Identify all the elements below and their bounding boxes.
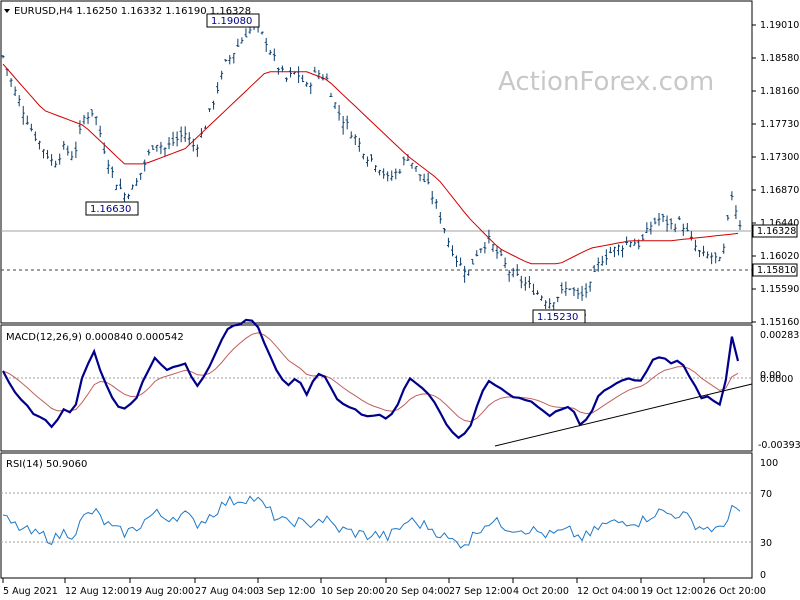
svg-text:1.16630: 1.16630 [90,204,131,215]
svg-text:1.19080: 1.19080 [211,16,252,27]
svg-text:19 Aug 20:00: 19 Aug 20:00 [130,586,194,597]
rsi-tick: 100 [760,458,778,469]
svg-text:1.17730: 1.17730 [760,119,799,130]
svg-text:1.18160: 1.18160 [760,86,799,97]
macd-tick: -0.003939 [758,440,800,451]
price-tick: 1.17730 [752,119,799,130]
price-tick: 1.18160 [752,86,799,97]
svg-text:1.15810: 1.15810 [757,265,796,276]
svg-text:1.16870: 1.16870 [760,185,799,196]
price-tick: 1.16870 [752,185,799,196]
svg-text:27 Sep 12:00: 27 Sep 12:00 [449,586,512,597]
price-tick: 1.15160 [752,317,799,328]
swing-low-annotation-aug: 1.16630 [85,201,139,216]
macd-tick: 0.0000 [760,374,793,385]
svg-text:27 Aug 04:00: 27 Aug 04:00 [195,586,259,597]
price-tick: 1.18580 [752,53,799,64]
price-tick: 1.19010 [752,20,799,31]
svg-text:1.15590: 1.15590 [760,284,799,295]
swing-low-annotation-oct: 1.15230 [532,309,587,324]
svg-text:12 Aug 12:00: 12 Aug 12:00 [65,586,129,597]
price-tick: 1.17300 [752,152,799,163]
svg-text:1.16020: 1.16020 [760,251,799,262]
svg-text:19 Oct 12:00: 19 Oct 12:00 [641,586,703,597]
macd-tick: 0.00283 [760,330,799,341]
rsi-tick: 30 [760,538,772,549]
svg-text:1.18580: 1.18580 [760,53,799,64]
rsi-tick: 0 [760,570,766,581]
svg-text:1.19010: 1.19010 [760,20,799,31]
svg-text:20 Sep 04:00: 20 Sep 04:00 [386,586,449,597]
support-level-label: 1.15810 [752,263,798,277]
svg-text:1.15160: 1.15160 [760,317,799,328]
svg-text:1.17300: 1.17300 [760,152,799,163]
current-price-label: 1.16328 [752,224,798,238]
price-tick: 1.15590 [752,284,799,295]
swing-high-annotation: 1.19080 [206,13,260,28]
svg-text:12 Oct 04:00: 12 Oct 04:00 [577,586,639,597]
svg-text:1.16328: 1.16328 [757,226,796,237]
svg-text:5 Aug 2021: 5 Aug 2021 [3,586,58,597]
svg-text:26 Oct 20:00: 26 Oct 20:00 [704,586,766,597]
svg-text:4 Oct 20:00: 4 Oct 20:00 [513,586,569,597]
chart-canvas: ActionForex.com EURUSD,H4 1.16250 1.1633… [0,0,800,600]
svg-text:3 Sep 12:00: 3 Sep 12:00 [258,586,315,597]
svg-text:10 Sep 20:00: 10 Sep 20:00 [321,586,384,597]
watermark: ActionForex.com [498,67,714,97]
macd-header: MACD(12,26,9) 0.000840 0.000542 [6,332,184,343]
svg-text:1.15230: 1.15230 [537,312,578,323]
rsi-tick: 70 [760,489,772,500]
rsi-header: RSI(14) 50.9060 [6,459,87,470]
price-tick: 1.16020 [752,251,799,262]
